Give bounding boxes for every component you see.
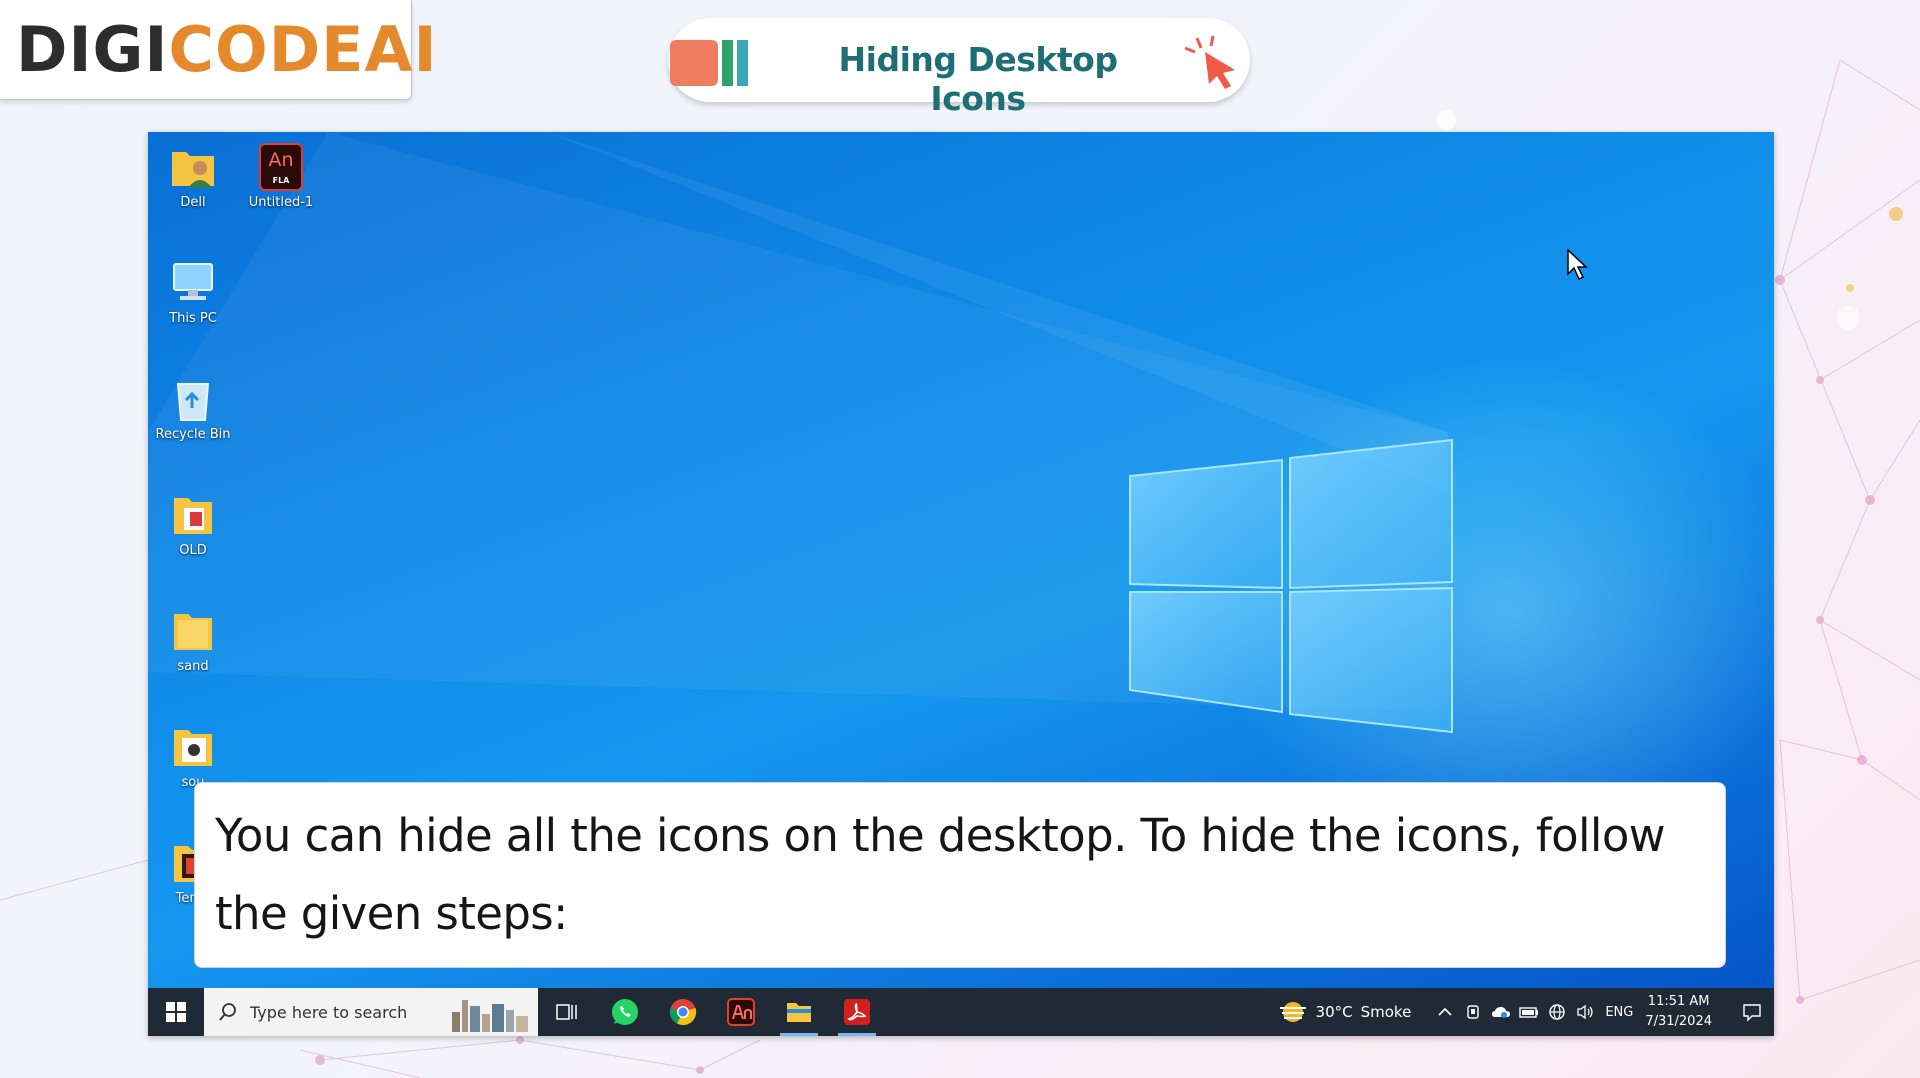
color-bars-icon: [670, 40, 748, 86]
animate-button[interactable]: [712, 988, 770, 1036]
computer-icon: [173, 263, 213, 300]
weather-widget[interactable]: 30°C Smoke: [1278, 1000, 1412, 1024]
input-language-indicator[interactable]: ENG: [1605, 1005, 1633, 1020]
user-folder-icon: [172, 152, 214, 188]
chevron-up-icon: [1438, 1007, 1452, 1016]
task-view-button[interactable]: [538, 988, 596, 1036]
logo-text-ai: AI: [364, 12, 438, 86]
windows-logo-icon: [166, 1002, 186, 1022]
svg-text:FLA: FLA: [273, 176, 291, 185]
notification-icon: [1743, 1004, 1761, 1021]
chrome-icon: [669, 999, 697, 1026]
desktop-icon-label: Untitled-1: [248, 195, 314, 210]
weather-haze-icon: [1279, 1002, 1306, 1022]
clock-time: 11:51 AM: [1647, 994, 1710, 1009]
folder-icon: [174, 498, 212, 534]
whatsapp-icon: [612, 999, 638, 1025]
desktop-icon-recycle-bin[interactable]: Recycle Bin: [150, 374, 236, 442]
desktop-icon-sou[interactable]: sou: [150, 722, 236, 790]
desktop-icon-label: Recycle Bin: [155, 427, 231, 442]
folder-icon: [174, 730, 212, 766]
desktop-icon-old[interactable]: OLD: [150, 490, 236, 558]
search-highlight-city-icon: [452, 1000, 528, 1032]
digicode-logo: DIGI CODE AI: [0, 0, 437, 100]
recycle-bin-icon: [176, 383, 210, 421]
speaker-icon: [1577, 1004, 1593, 1020]
weather-condition: Smoke: [1360, 1003, 1412, 1021]
task-view-icon: [556, 1004, 577, 1020]
search-icon: [219, 1003, 236, 1021]
show-hidden-icons-button[interactable]: [1431, 1007, 1459, 1017]
start-button[interactable]: [148, 988, 204, 1036]
search-placeholder: Type here to search: [250, 1002, 408, 1022]
taskbar-clock[interactable]: 11:51 AM 7/31/2024: [1645, 992, 1712, 1032]
onedrive-tray[interactable]: [1487, 1004, 1515, 1020]
file-explorer-button[interactable]: [770, 988, 828, 1036]
notification-center-button[interactable]: [1730, 1003, 1774, 1021]
page-title: Hiding Desktop Icons: [838, 40, 1118, 118]
mouse-pointer-icon: [1567, 248, 1588, 281]
whatsapp-button[interactable]: [596, 988, 654, 1036]
taskbar-search-box[interactable]: Type here to search: [204, 988, 538, 1036]
clock-date: 7/31/2024: [1645, 1014, 1712, 1029]
desktop-icon-sand[interactable]: sand: [150, 606, 236, 674]
meet-now-icon: [1467, 1005, 1480, 1019]
desktop-icon-dell[interactable]: Dell: [150, 142, 236, 210]
file-explorer-icon: [787, 1003, 811, 1022]
volume-tray[interactable]: [1571, 1004, 1599, 1020]
acrobat-icon: [844, 999, 870, 1025]
logo-text-code: CODE: [168, 12, 365, 86]
folder-icon: [174, 614, 212, 650]
battery-tray[interactable]: [1515, 1005, 1543, 1019]
svg-text:An: An: [268, 149, 293, 171]
animate-icon: [727, 998, 755, 1026]
instruction-caption: You can hide all the icons on the deskto…: [194, 782, 1726, 968]
battery-icon: [1519, 1007, 1539, 1018]
desktop-icon-untitled-1[interactable]: An FLA Untitled-1: [238, 142, 324, 210]
logo-text-digi: DIGI: [16, 12, 169, 86]
chrome-button[interactable]: [654, 988, 712, 1036]
desktop-icon-this-pc[interactable]: This PC: [150, 258, 236, 326]
cloud-sync-icon: [1492, 1007, 1511, 1018]
click-cursor-icon: [1184, 35, 1235, 89]
windows-taskbar: Type here to search 30°C Smoke ENG 11:51…: [148, 988, 1774, 1036]
lesson-title-pill: Hiding Desktop Icons: [668, 18, 1250, 118]
network-tray[interactable]: [1543, 1003, 1571, 1021]
desktop-icon-label: OLD: [179, 543, 207, 558]
desktop-icon-label: sand: [177, 659, 209, 674]
desktop-icon-label: This PC: [169, 311, 217, 326]
globe-network-icon: [1549, 1004, 1566, 1020]
animate-fla-icon: An FLA: [259, 143, 303, 191]
desktop-icon-label: Dell: [180, 195, 206, 210]
meet-now-tray[interactable]: [1459, 1004, 1487, 1020]
acrobat-button[interactable]: [828, 988, 886, 1036]
weather-temperature: 30°C: [1315, 1003, 1353, 1021]
